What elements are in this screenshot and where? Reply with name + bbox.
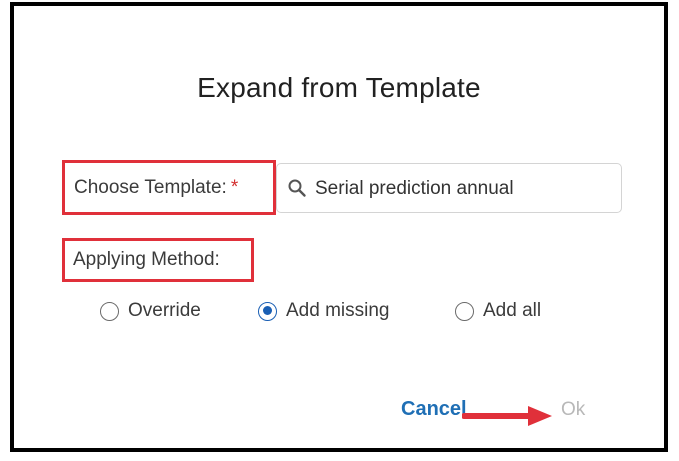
radio-override-label: Override — [128, 300, 201, 321]
radio-add-missing-circle[interactable] — [258, 301, 277, 321]
required-marker: * — [230, 177, 239, 198]
template-search-input[interactable]: Serial prediction annual — [276, 163, 622, 213]
template-label: Choose Template: * — [74, 177, 238, 199]
template-label-text: Choose Template: — [74, 177, 227, 198]
template-search-value: Serial prediction annual — [315, 178, 514, 199]
ok-button[interactable]: Ok — [561, 399, 585, 421]
applying-method-radio-group: Override Add missing Add all — [14, 296, 664, 326]
template-label-highlight: Choose Template: * — [62, 160, 276, 215]
dialog-title: Expand from Template — [197, 72, 481, 103]
method-label-highlight: Applying Method: — [62, 238, 254, 282]
radio-add-all-circle[interactable] — [455, 301, 474, 321]
radio-override-circle[interactable] — [100, 301, 119, 321]
red-arrow-annotation — [462, 406, 552, 426]
radio-add-all-label: Add all — [483, 300, 542, 321]
radio-add-missing-label: Add missing — [286, 300, 390, 321]
radio-add-missing[interactable]: Add missing — [258, 296, 390, 326]
radio-override[interactable]: Override — [100, 296, 201, 326]
cancel-button[interactable]: Cancel — [401, 398, 467, 421]
radio-add-all[interactable]: Add all — [455, 296, 541, 326]
search-icon — [288, 179, 306, 197]
applying-method-label: Applying Method: — [73, 249, 220, 270]
dialog: Expand from Template Choose Template: * S… — [10, 2, 668, 452]
